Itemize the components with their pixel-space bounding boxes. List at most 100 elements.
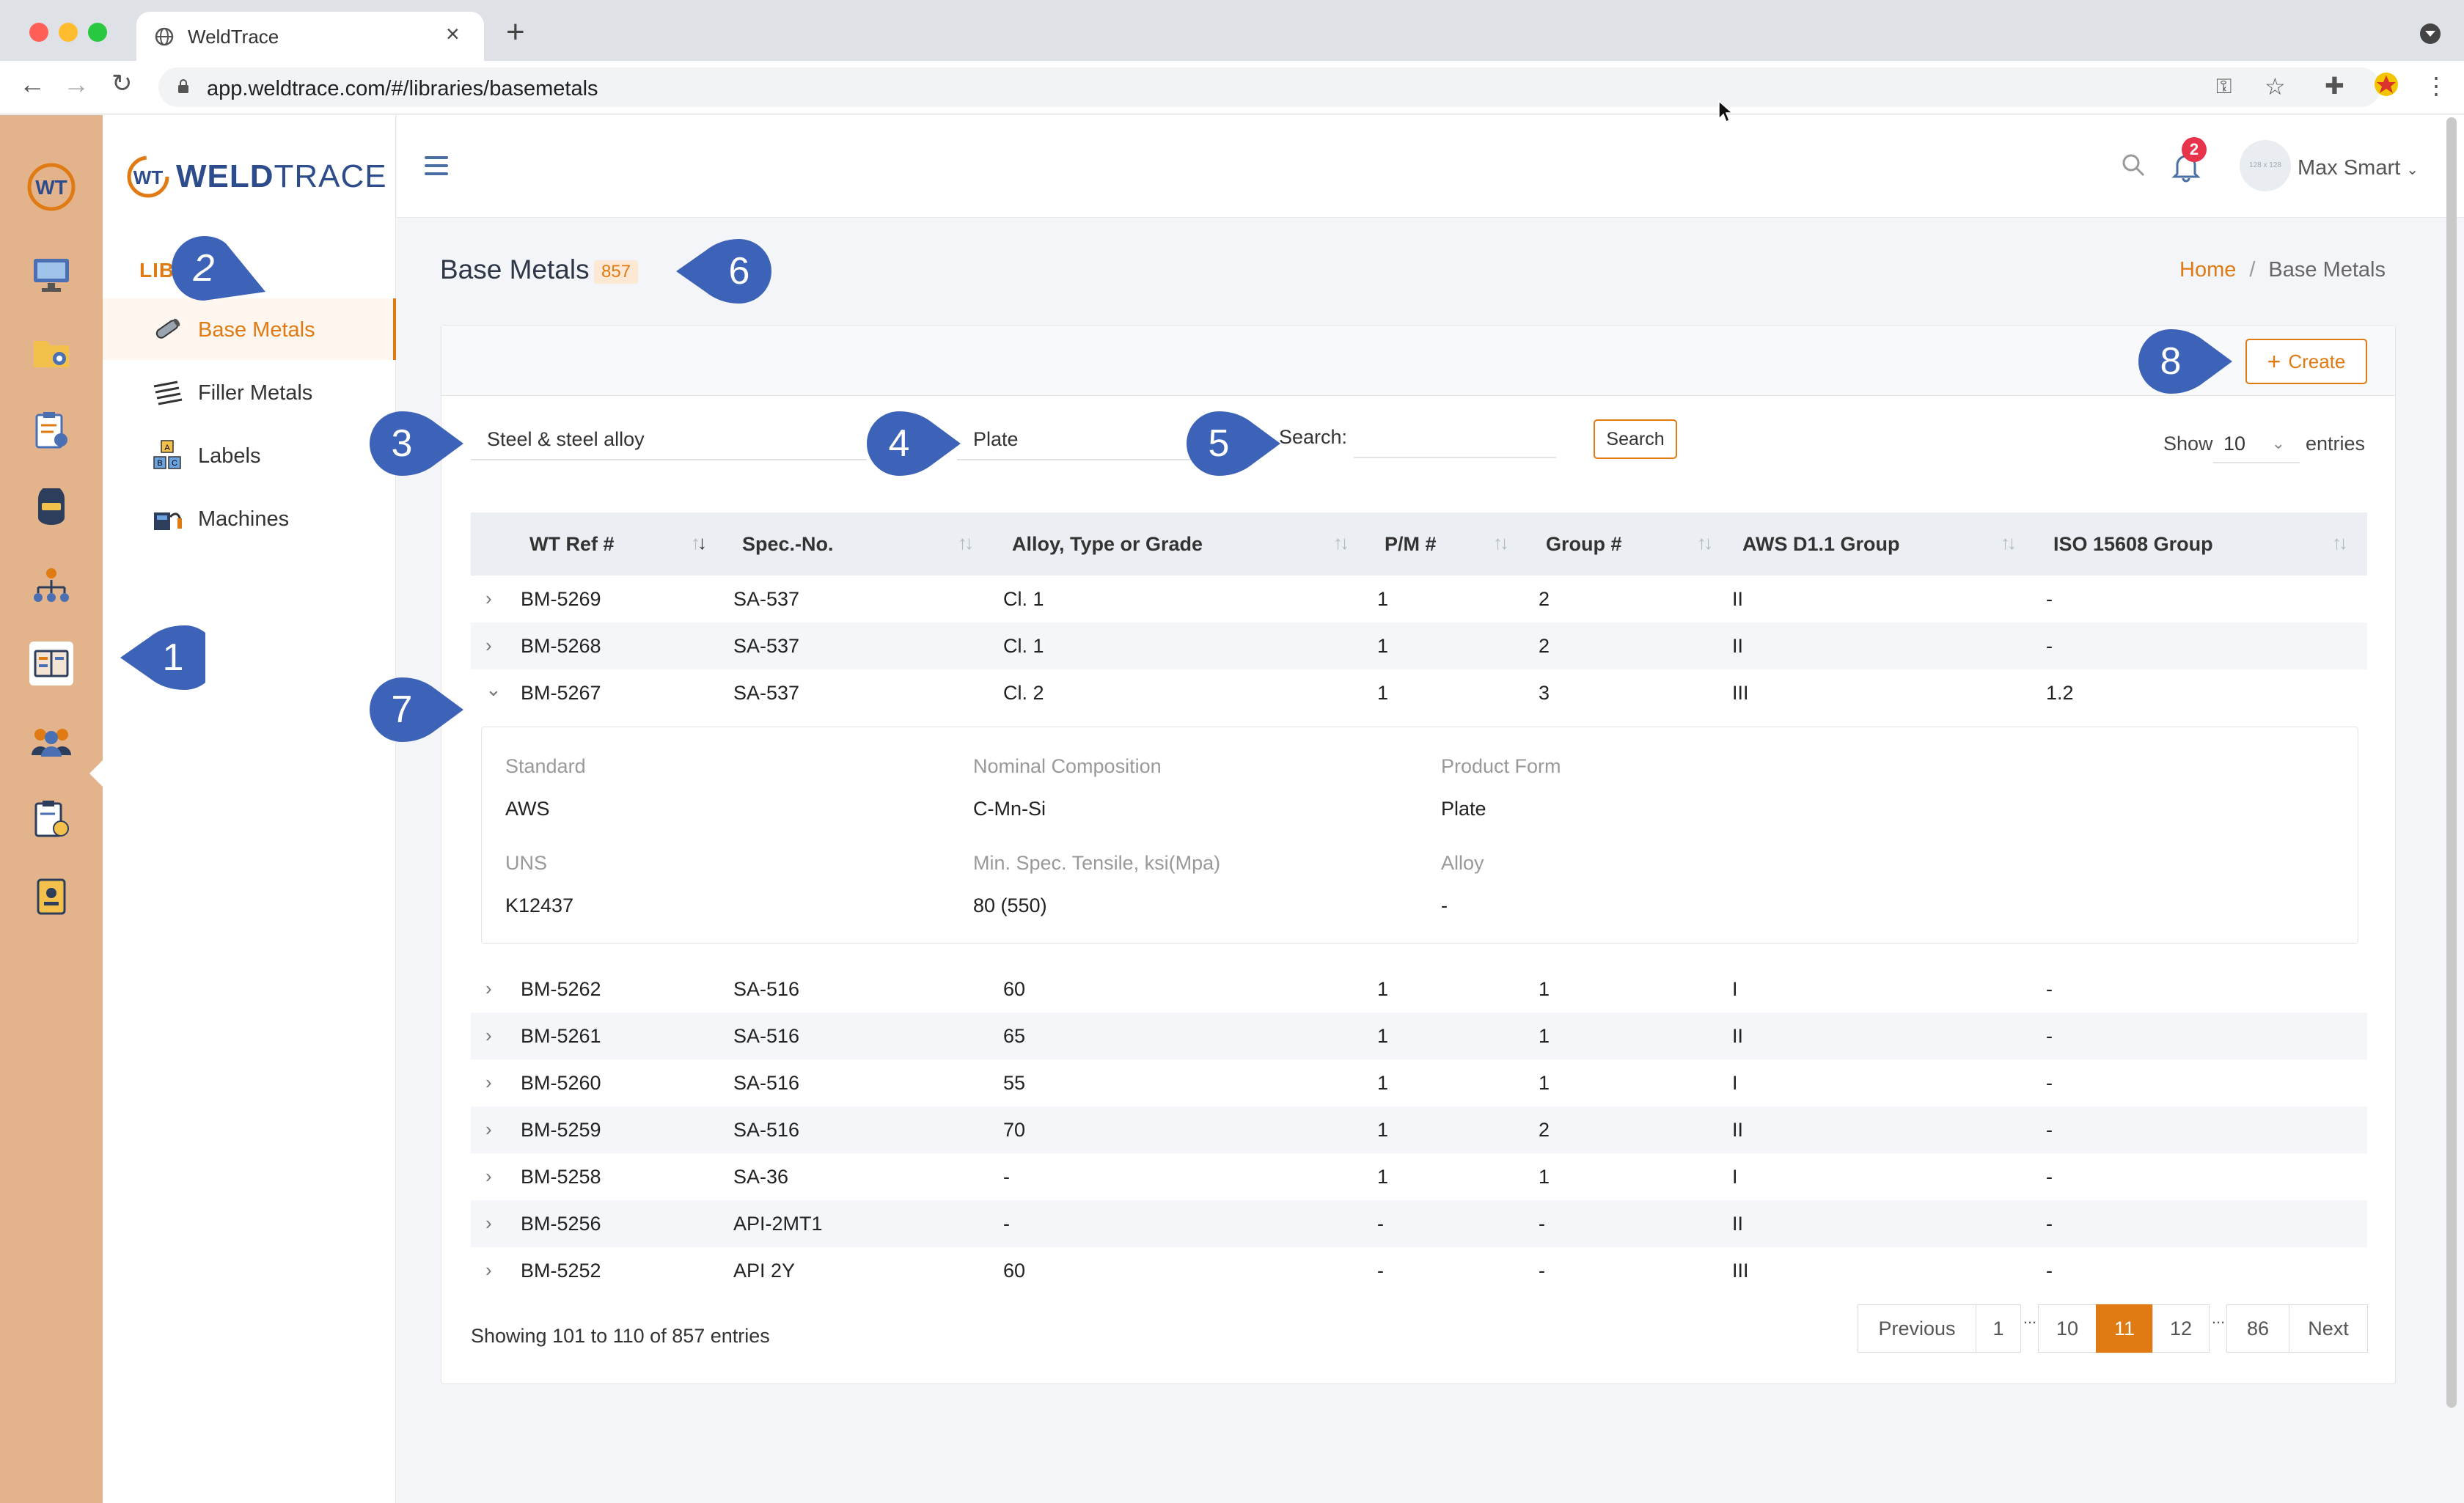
team-icon[interactable] (29, 719, 73, 763)
bookmark-star-icon[interactable]: ☆ (2265, 75, 2286, 98)
sort-desc-icon[interactable]: ↑↓ (691, 532, 707, 554)
id-badge-icon[interactable] (29, 875, 73, 919)
cell-group: 2 (1539, 1119, 1550, 1141)
chevron-right-icon[interactable]: › (485, 977, 492, 1000)
table-row[interactable]: › BM-5261 SA-516 65 1 1 II - (471, 1013, 2367, 1059)
chevron-right-icon[interactable]: › (485, 1212, 492, 1235)
desktop-icon[interactable] (29, 253, 73, 297)
pagination-current-page[interactable]: 11 (2096, 1304, 2153, 1353)
pagination-page-button[interactable]: 86 (2226, 1304, 2289, 1353)
row-detail-panel: Standard AWS Nominal Composition C-Mn-Si… (481, 727, 2358, 944)
breadcrumb-home-link[interactable]: Home (2179, 258, 2236, 282)
extensions-puzzle-icon[interactable]: ✚ (2325, 74, 2344, 98)
close-window-button[interactable] (29, 23, 48, 42)
pagination-page-button[interactable]: 1 (1976, 1304, 2021, 1353)
column-header-group-number[interactable]: Group # (1546, 533, 1622, 556)
minimize-window-button[interactable] (59, 23, 78, 42)
breadcrumb-current: Base Metals (2268, 258, 2386, 282)
org-chart-icon[interactable] (29, 564, 73, 608)
chevron-down-icon[interactable]: ⌄ (485, 678, 502, 701)
weldtrace-logo-icon[interactable]: WT (26, 162, 76, 212)
sort-icon[interactable]: ↑↓ (2332, 532, 2348, 554)
create-button[interactable]: + Create (2245, 339, 2367, 384)
cell-ref: BM-5252 (521, 1260, 601, 1282)
table-row[interactable]: › BM-5268 SA-537 Cl. 1 1 2 II - (471, 622, 2367, 669)
sidebar-item-filler-metals[interactable]: Filler Metals (103, 361, 396, 423)
table-row[interactable]: › BM-5262 SA-516 60 1 1 I - (471, 966, 2367, 1013)
table-row-expanded[interactable]: ⌄ BM-5267 SA-537 Cl. 2 1 3 III 1.2 (471, 669, 2367, 716)
sort-icon[interactable]: ↑↓ (1493, 532, 1509, 554)
avatar[interactable]: 128 x 128 (2240, 140, 2291, 191)
table-row[interactable]: › BM-5269 SA-537 Cl. 1 1 2 II - (471, 576, 2367, 622)
column-header-spec-no[interactable]: Spec.-No. (742, 533, 834, 556)
library-books-icon[interactable] (29, 642, 73, 686)
weldtrace-brand-logo[interactable]: WT WELDTRACE (126, 155, 387, 199)
profile-extension-icon[interactable] (2373, 71, 2399, 101)
sort-icon[interactable]: ↑↓ (2001, 532, 2017, 554)
sidebar-item-machines[interactable]: Machines (103, 488, 396, 549)
pagination-next-button[interactable]: Next (2289, 1304, 2368, 1353)
chevron-right-icon[interactable]: › (485, 1071, 492, 1094)
cell-group: 3 (1539, 682, 1550, 704)
clipboard-clock-icon[interactable] (29, 797, 73, 841)
forward-button[interactable]: → (63, 71, 89, 98)
pagination-page-button[interactable]: 12 (2152, 1304, 2210, 1353)
pagination-previous-button[interactable]: Previous (1858, 1304, 1976, 1353)
chevron-right-icon[interactable]: › (485, 1024, 492, 1047)
material-filter-select[interactable]: Steel & steel alloy (471, 419, 867, 460)
cell-ref: BM-5256 (521, 1213, 601, 1235)
column-header-iso-group[interactable]: ISO 15608 Group (2053, 533, 2213, 556)
search-button[interactable]: Search (1594, 419, 1677, 459)
cell-ref: BM-5268 (521, 635, 601, 657)
browser-tab[interactable]: WeldTrace × (136, 12, 484, 61)
sidebar-item-labels[interactable]: AB C Labels (103, 425, 396, 486)
sidebar-item-base-metals[interactable]: Base Metals (103, 298, 396, 360)
page-size-select[interactable]: 10 ⌄ (2213, 424, 2300, 463)
address-bar[interactable]: app.weldtrace.com/#/libraries/basemetals… (158, 67, 2380, 107)
weldtrace-logo-mark-icon: WT (127, 155, 169, 198)
menu-toggle-icon[interactable] (425, 156, 448, 175)
welder-mask-icon[interactable] (29, 486, 73, 530)
sidebar-item-label: Base Metals (198, 318, 315, 342)
product-form-filter-select[interactable]: Plate (957, 419, 1199, 460)
table-row[interactable]: › BM-5256 API-2MT1 - - - II - (471, 1200, 2367, 1247)
cell-spec: API 2Y (733, 1260, 796, 1282)
cell-iso: - (2046, 588, 2053, 610)
maximize-window-button[interactable] (88, 23, 107, 42)
chevron-right-icon[interactable]: › (485, 587, 492, 610)
column-header-alloy-grade[interactable]: Alloy, Type or Grade (1012, 533, 1203, 556)
chevron-right-icon[interactable]: › (485, 1259, 492, 1282)
sort-icon[interactable]: ↑↓ (1697, 532, 1713, 554)
new-tab-button[interactable]: + (506, 16, 525, 48)
table-row[interactable]: › BM-5252 API 2Y 60 - - III - (471, 1247, 2367, 1294)
column-header-wt-ref[interactable]: WT Ref # (529, 533, 615, 556)
search-icon[interactable] (2120, 152, 2146, 178)
cell-iso: - (2046, 1260, 2053, 1282)
table-info-text: Showing 101 to 110 of 857 entries (471, 1325, 770, 1347)
tab-search-icon[interactable] (2420, 23, 2441, 44)
key-icon[interactable]: ⚿ (2216, 76, 2232, 97)
chevron-right-icon[interactable]: › (485, 1165, 492, 1188)
chevron-right-icon[interactable]: › (485, 634, 492, 657)
search-label: Search: (1279, 426, 1348, 448)
clipboard-gear-icon[interactable] (29, 408, 73, 452)
sort-icon[interactable]: ↑↓ (1333, 532, 1349, 554)
reload-button[interactable]: ↻ (111, 71, 133, 96)
browser-menu-icon[interactable]: ⋮ (2424, 74, 2448, 98)
table-row[interactable]: › BM-5258 SA-36 - 1 1 I - (471, 1153, 2367, 1200)
column-header-aws-group[interactable]: AWS D1.1 Group (1742, 533, 1900, 556)
table-row[interactable]: › BM-5260 SA-516 55 1 1 I - (471, 1059, 2367, 1106)
page-scrollbar[interactable] (2446, 117, 2457, 1408)
back-button[interactable]: ← (19, 71, 45, 98)
close-tab-icon[interactable]: × (446, 22, 460, 45)
cell-group: 2 (1539, 588, 1550, 610)
chevron-right-icon[interactable]: › (485, 1118, 492, 1141)
sort-icon[interactable]: ↑↓ (958, 532, 974, 554)
folder-settings-icon[interactable] (29, 331, 73, 375)
user-menu[interactable]: Max Smart ⌄ (2298, 156, 2419, 180)
user-name: Max Smart (2298, 156, 2401, 180)
pagination-page-button[interactable]: 10 (2038, 1304, 2097, 1353)
table-row[interactable]: › BM-5259 SA-516 70 1 2 II - (471, 1106, 2367, 1153)
search-input[interactable] (1354, 419, 1556, 458)
column-header-pm-number[interactable]: P/M # (1385, 533, 1437, 556)
